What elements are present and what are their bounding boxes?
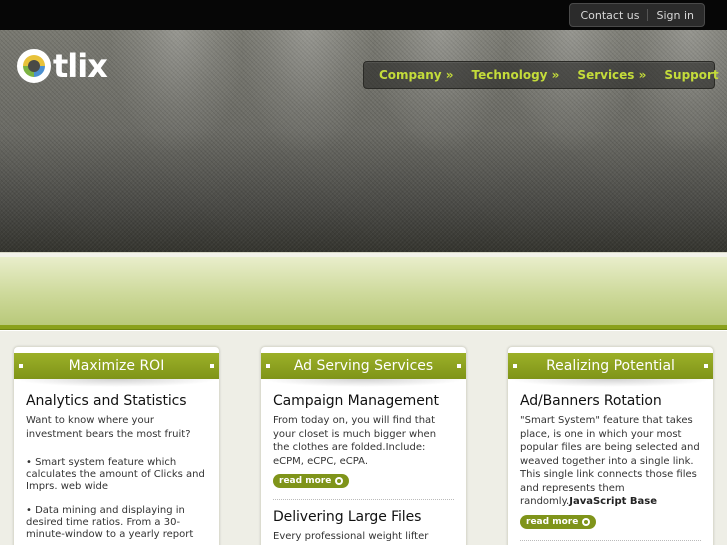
list-item: • Smart system feature which calculates …: [26, 457, 205, 492]
card-title: Ad/Banners Rotation: [520, 393, 662, 409]
green-banner: [0, 257, 727, 325]
site-header: tlix Company » Technology » Services » S…: [0, 30, 727, 252]
banner-divider: [0, 325, 727, 330]
read-more-label: read more: [279, 476, 332, 486]
card-header-shadow: [261, 379, 466, 387]
content-area: Maximize ROI Analytics and Statistics Wa…: [0, 331, 727, 545]
bullet-square-icon: [457, 364, 461, 368]
logo-ring-icon: [17, 49, 51, 83]
list-item-text: Smart system feature which calculates th…: [26, 457, 205, 492]
card-body: Analytics and Statistics Want to know wh…: [14, 387, 219, 541]
main-nav: Company » Technology » Services » Suppor…: [363, 61, 719, 89]
card-title: Analytics and Statistics: [26, 393, 187, 409]
link-divider: [647, 9, 649, 21]
card-header-title: Ad Serving Services: [293, 358, 434, 374]
bullet-square-icon: [266, 364, 270, 368]
list-item: • Data mining and displaying in desired …: [26, 505, 194, 540]
nav-item-technology[interactable]: Technology »: [472, 68, 560, 82]
card-text: Want to know where your investment bears…: [26, 415, 191, 440]
card-text-main: "Smart System" feature that takes place,…: [520, 415, 700, 507]
account-links: Contact us Sign in: [569, 3, 705, 27]
spotlight: [624, 30, 727, 150]
circle-arrow-icon: [335, 477, 344, 485]
card-header: Ad Serving Services: [261, 353, 466, 379]
card-body: Ad/Banners Rotation "Smart System" featu…: [508, 387, 713, 541]
nav-item-company[interactable]: Company »: [379, 68, 454, 82]
card-body: Campaign Management From today on, you w…: [261, 387, 466, 545]
circle-arrow-icon: [582, 517, 591, 526]
bullet-square-icon: [210, 364, 214, 368]
feature-card-roi: Maximize ROI Analytics and Statistics Wa…: [13, 346, 220, 545]
card-subtitle: Delivering Large Files: [273, 509, 422, 525]
spotlight: [375, 30, 505, 150]
nav-item-services[interactable]: Services »: [577, 68, 646, 82]
spotlight: [506, 30, 636, 150]
contact-us-link[interactable]: Contact us: [580, 9, 639, 22]
card-header-title: Maximize ROI: [68, 358, 165, 374]
bullet-square-icon: [513, 364, 517, 368]
spotlight: [112, 30, 242, 150]
read-more-button[interactable]: read more: [273, 474, 350, 488]
site-logo[interactable]: tlix: [17, 46, 108, 86]
bullet-square-icon: [704, 364, 708, 368]
spotlight: [243, 30, 373, 150]
card-text: "Smart System" feature that takes place,…: [520, 414, 701, 509]
list-item-text: Data mining and displaying in desired ti…: [26, 505, 194, 540]
card-text: From today on, you will find that your c…: [273, 415, 437, 467]
card-title: Campaign Management: [273, 393, 439, 409]
feature-list: • Smart system feature which calculates …: [26, 457, 207, 541]
card-header-title: Realizing Potential: [546, 358, 675, 374]
card-text-bold: JavaScript Base: [569, 496, 657, 507]
top-bar: Contact us Sign in: [0, 0, 727, 30]
read-more-label: read more: [526, 516, 579, 527]
card-header: Maximize ROI: [14, 353, 219, 379]
card-header: Realizing Potential: [508, 353, 713, 379]
section-divider: [520, 539, 701, 541]
section-divider: [273, 499, 454, 500]
read-more-button[interactable]: read more: [520, 514, 597, 529]
card-header-shadow: [14, 379, 219, 387]
feature-card-ad-serving: Ad Serving Services Campaign Management …: [260, 346, 467, 545]
nav-item-support[interactable]: Support: [664, 68, 718, 82]
card-header-shadow: [508, 379, 713, 387]
sign-in-link[interactable]: Sign in: [656, 9, 694, 22]
bullet-square-icon: [19, 364, 23, 368]
feature-card-potential: Realizing Potential Ad/Banners Rotation …: [507, 346, 714, 545]
logo-text: tlix: [53, 47, 108, 85]
card-text-2: Every professional weight lifter should: [273, 531, 429, 545]
